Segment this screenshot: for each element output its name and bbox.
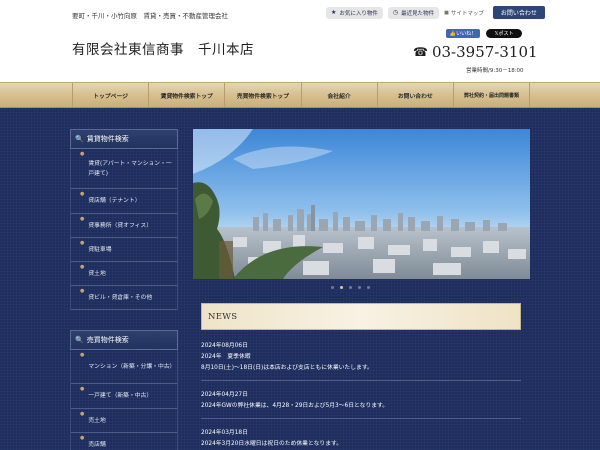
sidebar-item-label: 貸土地 [88, 270, 106, 277]
fb-like-label: いいね！ [456, 31, 477, 37]
facebook-like-button[interactable]: 👍 いいね！ [446, 29, 480, 38]
business-hours: 営業時間/9:30－18:00 [466, 68, 524, 74]
sidebar-item-label: 貸事務所（貸オフィス） [88, 222, 153, 229]
favorites-label: お気に入り物件 [339, 10, 378, 17]
sidebar-item-sale-land[interactable]: ● 売土地 [71, 409, 177, 433]
city-skyline-photo [193, 129, 530, 279]
company-name[interactable]: 有限会社東信商事 千川本店 [72, 38, 254, 58]
sale-search-list: ● マンション（新築・分譲・中古） ● 一戸建て（新築・中古） ● 売土地 ● … [70, 350, 178, 450]
slider-dot-active[interactable] [340, 286, 343, 289]
x-post-label: ポスト [498, 31, 514, 37]
sitemap-label: サイトマップ [450, 10, 484, 17]
star-icon: ★ [331, 9, 337, 16]
sidebar-item-rental-parking[interactable]: ● 貸駐車場 [71, 238, 177, 262]
sidebar-item-label: 売土地 [88, 417, 106, 424]
sidebar: 🔍 賃貸物件検索 ● 賃貸(アパート・マンション・一戸建て) ● 貸店舗（テナン… [70, 129, 178, 450]
bullet-icon: ● [80, 264, 85, 270]
bullet-icon: ● [80, 435, 85, 441]
x-post-button[interactable]: 𝕏 ポスト [486, 29, 522, 38]
square-bullet-icon: ■ [444, 9, 449, 16]
bullet-icon: ● [80, 352, 85, 358]
clock-icon: ◷ [392, 9, 399, 16]
phone-number: ☎ 03-3957-3101 [413, 43, 538, 61]
top-links: ★ お気に入り物件 ◷ 最近見た物件 ■ サイトマップ お問い合わせ [326, 6, 545, 19]
sidebar-item-label: マンション（新築・分譲・中古） [88, 363, 176, 370]
sns-buttons: 👍 いいね！ 𝕏 ポスト [446, 29, 522, 38]
slider-dot[interactable] [349, 286, 352, 289]
sidebar-item-rental-office[interactable]: ● 貸事務所（貸オフィス） [71, 214, 177, 238]
bullet-icon: ● [80, 216, 85, 222]
sitemap-link[interactable]: ■ サイトマップ [444, 9, 484, 17]
slider-dot[interactable] [331, 286, 334, 289]
nav-company[interactable]: 会社紹介 [300, 83, 377, 107]
sidebar-item-sale-shop[interactable]: ● 売店舗 [71, 433, 177, 450]
slider-dot[interactable] [367, 286, 370, 289]
global-nav: トップページ 賃貸物件検索トップ 売買物件検索トップ 会社紹介 お問い合わせ 弊… [0, 82, 600, 108]
contact-button[interactable]: お問い合わせ [492, 6, 545, 19]
slider-dots [331, 286, 370, 289]
nav-top[interactable]: トップページ [72, 83, 148, 107]
rental-search-title: 賃貸物件検索 [86, 135, 129, 143]
phone-text: 03-3957-3101 [431, 43, 538, 61]
nav-contact[interactable]: お問い合わせ [376, 83, 453, 107]
bullet-icon: ● [80, 191, 85, 197]
bullet-icon: ● [80, 240, 85, 246]
news-item[interactable]: 2024年03月18日 2024年3月20日水曜日は祝日のため休業となります。 [201, 425, 521, 450]
news-date: 2024年04月27日 [201, 392, 248, 398]
site-tagline: 要町・千川・小竹向原 賃貸・売買・不動産管理会社 [72, 12, 228, 20]
phone-icon: ☎ [413, 45, 428, 59]
recent-label: 最近見た物件 [401, 10, 435, 17]
news-date: 2024年03月18日 [201, 430, 248, 436]
news-text: 8月10日(土)～18日(日)は本店および支店ともに休業いたします。 [201, 365, 373, 371]
bullet-icon: ● [80, 151, 85, 157]
sidebar-item-label: 一戸建て（新築・中古） [88, 393, 153, 399]
recent-button[interactable]: ◷ 最近見た物件 [387, 6, 440, 19]
sidebar-item-rental-other[interactable]: ● 貸ビル・貸倉庫・その他 [71, 286, 177, 310]
bullet-icon: ● [80, 386, 85, 392]
sidebar-item-label: 貸駐車場 [88, 246, 112, 253]
nav-documents[interactable]: 弊社契約・届出問題書類 [452, 83, 531, 107]
news-list: 2024年08月06日 2024年 夏季休暇 8月10日(土)～18日(日)は本… [201, 338, 521, 450]
sidebar-item-label: 賃貸(アパート・マンション・一戸建て) [88, 160, 172, 177]
news-item[interactable]: 2024年04月27日 2024年GWの弊社休業は、4月28・29日および5月3… [201, 387, 521, 419]
sidebar-item-rental-shop[interactable]: ● 貸店舗（テナント） [71, 189, 177, 214]
hero-slider[interactable] [193, 129, 530, 279]
sidebar-item-label: 売店舗 [88, 441, 106, 448]
favorites-button[interactable]: ★ お気に入り物件 [326, 6, 383, 19]
rental-search-heading: 🔍 賃貸物件検索 [70, 129, 178, 149]
sidebar-item-rental-residential[interactable]: ● 賃貸(アパート・マンション・一戸建て) [71, 149, 177, 189]
sidebar-item-sale-house[interactable]: ● 一戸建て（新築・中古） [71, 384, 177, 409]
slider-dot[interactable] [358, 286, 361, 289]
sidebar-item-sale-mansion[interactable]: ● マンション（新築・分譲・中古） [71, 350, 177, 384]
bullet-icon: ● [80, 411, 85, 417]
nav-sale-search[interactable]: 売買物件検索トップ [224, 83, 300, 107]
news-text: 2024年 夏季休暇 [201, 354, 251, 360]
bullet-icon: ● [80, 288, 85, 294]
search-icon: 🔍 [75, 336, 84, 344]
nav-rental-search[interactable]: 賃貸物件検索トップ [148, 83, 224, 107]
sale-search-heading: 🔍 売買物件検索 [70, 330, 178, 350]
news-date: 2024年08月06日 [201, 343, 248, 349]
news-heading: NEWS [201, 303, 521, 330]
sale-search-title: 売買物件検索 [86, 336, 129, 344]
sidebar-item-label: 貸ビル・貸倉庫・その他 [88, 294, 153, 301]
sidebar-item-label: 貸店舗（テナント） [88, 198, 141, 204]
sidebar-item-rental-land[interactable]: ● 貸土地 [71, 262, 177, 286]
site-header: 要町・千川・小竹向原 賃貸・売買・不動産管理会社 ★ お気に入り物件 ◷ 最近見… [0, 0, 600, 82]
news-text: 2024年GWの弊社休業は、4月28・29日および5月3～6日となります。 [201, 403, 389, 409]
news-item[interactable]: 2024年08月06日 2024年 夏季休暇 8月10日(土)～18日(日)は本… [201, 338, 521, 381]
search-icon: 🔍 [75, 135, 84, 143]
rental-search-list: ● 賃貸(アパート・マンション・一戸建て) ● 貸店舗（テナント） ● 貸事務所… [70, 149, 178, 310]
news-text: 2024年3月20日水曜日は祝日のため休業となります。 [201, 441, 343, 447]
